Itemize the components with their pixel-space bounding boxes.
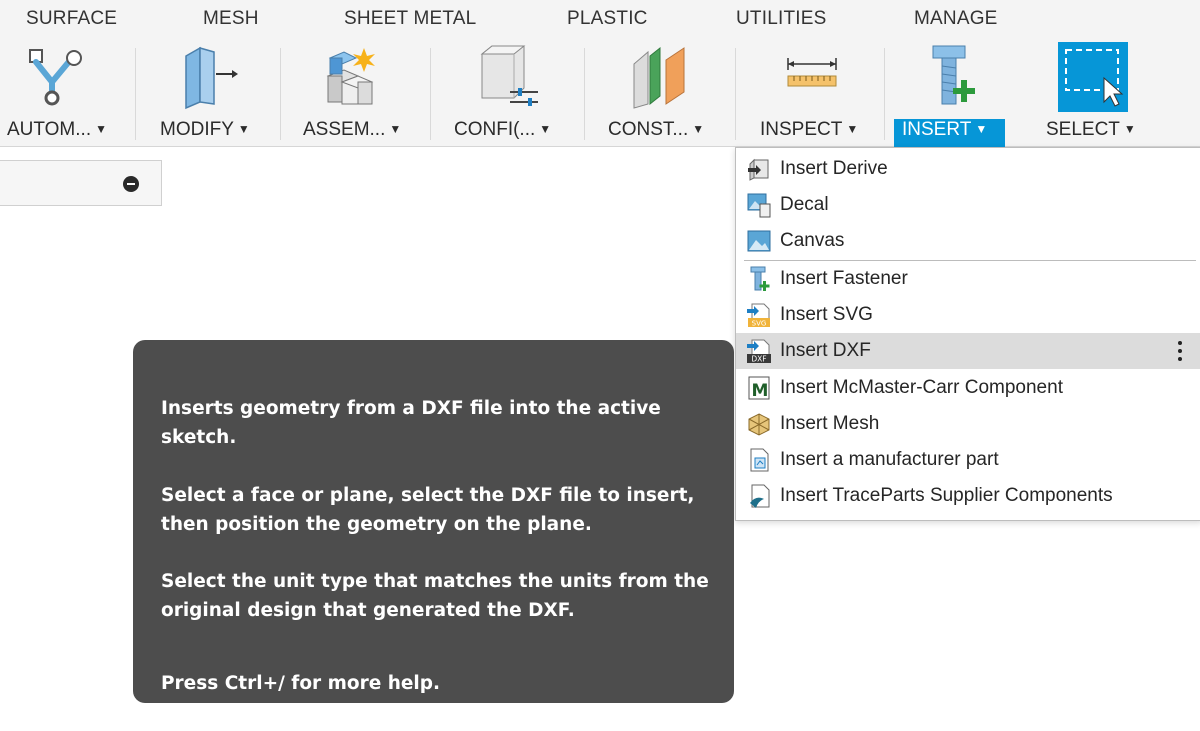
select-group[interactable]: SELECT ▼ <box>1036 40 1156 140</box>
construct-dropdown[interactable]: CONST... ▼ <box>604 119 708 147</box>
inspect-dropdown[interactable]: INSPECT ▼ <box>756 119 862 147</box>
assemble-dropdown[interactable]: ASSEM... ▼ <box>299 119 405 147</box>
traceparts-icon <box>750 484 770 508</box>
manufacturer-part-icon <box>750 448 769 472</box>
menu-item-decal[interactable]: Decal <box>736 187 1200 223</box>
configure-icon <box>480 45 538 106</box>
tab-manage[interactable]: MANAGE <box>914 8 998 30</box>
command-tooltip: Inserts geometry from a DXF file into th… <box>133 340 734 703</box>
tooltip-description-line: original design that generated the DXF. <box>161 600 575 621</box>
menu-item-insert-traceparts[interactable]: Insert TraceParts Supplier Components <box>736 478 1200 514</box>
svg-text:SVG: SVG <box>752 320 767 328</box>
inspect-group[interactable]: INSPECT ▼ <box>752 40 877 140</box>
group-divider <box>135 48 136 140</box>
group-divider <box>884 48 885 140</box>
decal-icon <box>747 193 771 218</box>
svg-text:DXF: DXF <box>751 355 766 364</box>
insert-group[interactable]: INSERT ▼ <box>893 40 1018 147</box>
tab-sheet-metal[interactable]: SHEET METAL <box>344 8 476 30</box>
mesh-icon <box>748 413 770 436</box>
mcmaster-icon: M <box>748 376 770 401</box>
tooltip-description-line: then position the geometry on the plane. <box>161 514 592 535</box>
group-divider <box>430 48 431 140</box>
collapse-icon[interactable] <box>123 176 139 192</box>
ribbon-toolbar: SURFACE MESH SHEET METAL PLASTIC UTILITI… <box>0 0 1200 147</box>
menu-item-insert-mcmaster[interactable]: M Insert McMaster-Carr Component <box>736 370 1200 406</box>
menu-item-insert-svg[interactable]: SVG Insert SVG <box>736 297 1200 333</box>
inspect-measure-icon <box>787 58 837 87</box>
menu-item-insert-fastener[interactable]: Insert Fastener <box>736 261 1200 297</box>
automate-group[interactable]: AUTOM... ▼ <box>0 40 130 140</box>
canvas-icon <box>747 230 771 252</box>
configure-dropdown[interactable]: CONFI(... ▼ <box>450 119 555 147</box>
menu-item-canvas[interactable]: Canvas <box>736 223 1200 259</box>
modify-icon <box>185 46 238 110</box>
group-divider <box>280 48 281 140</box>
menu-item-insert-derive[interactable]: Insert Derive <box>736 151 1200 187</box>
assemble-icon <box>326 48 375 105</box>
configure-group[interactable]: CONFI(... ▼ <box>448 40 568 140</box>
select-window-icon <box>1058 42 1128 112</box>
group-divider <box>735 48 736 140</box>
insert-derive-icon <box>748 158 769 181</box>
automate-dropdown[interactable]: AUTOM... ▼ <box>3 119 111 147</box>
insert-dropdown[interactable]: INSERT ▼ <box>894 119 1005 147</box>
tooltip-help-hint: Press Ctrl+/ for more help. <box>161 673 441 694</box>
svg-file-icon: SVG <box>747 303 770 328</box>
construct-group[interactable]: CONST... ▼ <box>602 40 722 140</box>
tooltip-description-line: Inserts geometry from a DXF file into th… <box>161 398 661 419</box>
select-dropdown[interactable]: SELECT ▼ <box>1042 119 1140 147</box>
modify-dropdown[interactable]: MODIFY ▼ <box>156 119 254 147</box>
menu-item-insert-manufacturer-part[interactable]: Insert a manufacturer part <box>736 442 1200 478</box>
dxf-file-icon: DXF <box>747 339 771 364</box>
tab-surface[interactable]: SURFACE <box>26 8 117 30</box>
automate-icon <box>29 49 82 106</box>
tooltip-description-line: sketch. <box>161 427 237 448</box>
tab-mesh[interactable]: MESH <box>203 8 259 30</box>
menu-item-insert-mesh[interactable]: Insert Mesh <box>736 406 1200 442</box>
browser-panel-row <box>0 160 162 206</box>
menu-item-insert-dxf[interactable]: DXF Insert DXF <box>736 333 1200 369</box>
construct-icon <box>633 46 685 109</box>
modify-group[interactable]: MODIFY ▼ <box>150 40 270 140</box>
tooltip-description-line: Select a face or plane, select the DXF f… <box>161 485 695 506</box>
insert-menu: Insert Derive Decal Canvas Insert Fasten… <box>735 147 1200 521</box>
svg-text:M: M <box>752 381 769 401</box>
more-options-icon[interactable] <box>1177 339 1183 363</box>
assemble-group[interactable]: ASSEM... ▼ <box>296 40 416 140</box>
fastener-icon <box>750 266 770 291</box>
tab-plastic[interactable]: PLASTIC <box>567 8 648 30</box>
group-divider <box>584 48 585 140</box>
tab-utilities[interactable]: UTILITIES <box>736 8 826 30</box>
tooltip-description-line: Select the unit type that matches the un… <box>161 571 709 592</box>
insert-fastener-icon <box>932 45 975 105</box>
